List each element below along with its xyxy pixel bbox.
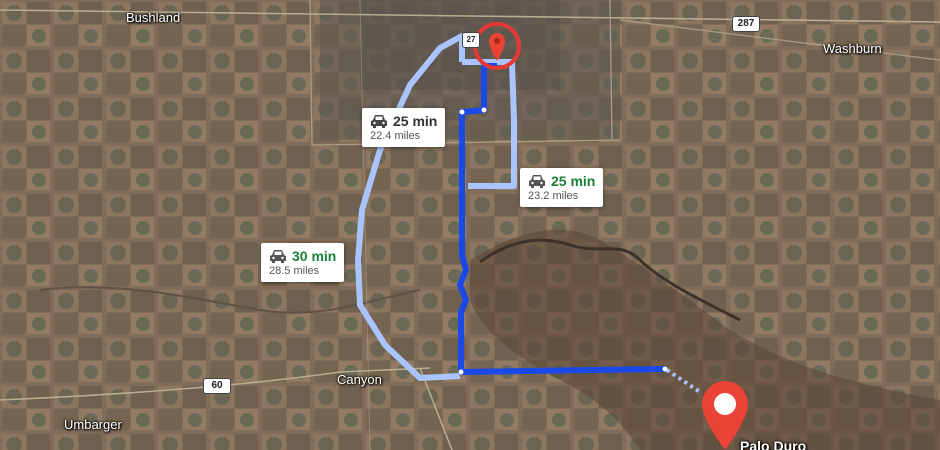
- car-icon: [529, 175, 545, 188]
- route-time: 30 min: [292, 248, 337, 264]
- route-callout-alt-east[interactable]: 25 min 23.2 miles: [520, 168, 604, 207]
- route-callout-selected[interactable]: 25 min 22.4 miles: [362, 108, 446, 147]
- route-waypoint: [481, 107, 487, 113]
- route-distance: 23.2 miles: [528, 190, 579, 202]
- route-distance: 28.5 miles: [269, 265, 320, 277]
- route-waypoint: [459, 109, 465, 115]
- map-view[interactable]: Bushland Washburn Canyon Umbarger Palo D…: [0, 0, 940, 450]
- satellite-imagery: [0, 0, 940, 450]
- town-label-palo-duro: Palo Duro: [740, 438, 807, 450]
- car-icon: [371, 115, 387, 128]
- car-icon: [270, 250, 286, 263]
- town-label-bushland: Bushland: [126, 10, 181, 25]
- route-waypoint: [458, 369, 464, 375]
- route-callout-alt-west[interactable]: 30 min 28.5 miles: [261, 243, 345, 282]
- route-time: 25 min: [393, 113, 438, 129]
- location-pin-icon[interactable]: [488, 32, 506, 62]
- highway-shield-60: 60: [203, 378, 231, 394]
- town-label-umbarger: Umbarger: [64, 417, 122, 432]
- highway-shield-287: 287: [732, 16, 760, 32]
- route-distance: 22.4 miles: [370, 130, 421, 142]
- town-label-washburn: Washburn: [823, 41, 882, 56]
- town-label-canyon: Canyon: [337, 372, 382, 387]
- route-time: 25 min: [551, 173, 596, 189]
- highway-shield-27: 27: [462, 32, 480, 48]
